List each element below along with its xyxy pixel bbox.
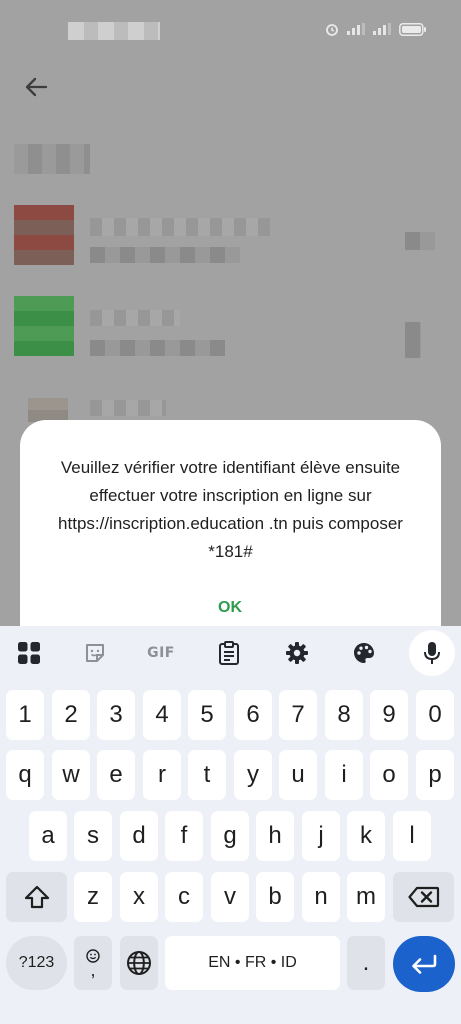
key-u[interactable]: u bbox=[279, 750, 317, 800]
key-y[interactable]: y bbox=[234, 750, 272, 800]
key-6[interactable]: 6 bbox=[234, 690, 272, 740]
back-button[interactable] bbox=[18, 72, 54, 102]
symbols-key[interactable]: ?123 bbox=[6, 936, 67, 990]
key-4[interactable]: 4 bbox=[143, 690, 181, 740]
key-k[interactable]: k bbox=[347, 811, 385, 861]
dialog-message: Veuillez vérifier votre identifiant élèv… bbox=[58, 458, 403, 561]
enter-arrow-icon bbox=[412, 954, 437, 974]
key-3[interactable]: 3 bbox=[97, 690, 135, 740]
key-0[interactable]: 0 bbox=[416, 690, 454, 740]
ok-button[interactable]: OK bbox=[200, 596, 260, 620]
redacted-text bbox=[90, 218, 270, 236]
redacted-avatar bbox=[14, 296, 74, 356]
apps-grid-button[interactable] bbox=[11, 636, 47, 670]
status-time-redacted bbox=[68, 22, 160, 40]
key-z[interactable]: z bbox=[74, 872, 112, 922]
signal-icon-2 bbox=[373, 23, 391, 35]
key-d[interactable]: d bbox=[120, 811, 158, 861]
key-o[interactable]: o bbox=[370, 750, 408, 800]
key-5[interactable]: 5 bbox=[188, 690, 226, 740]
key-i[interactable]: i bbox=[325, 750, 363, 800]
key-s[interactable]: s bbox=[74, 811, 112, 861]
sticker-icon bbox=[86, 644, 104, 662]
key-p[interactable]: p bbox=[416, 750, 454, 800]
key-l[interactable]: l bbox=[393, 811, 431, 861]
key-f[interactable]: f bbox=[165, 811, 203, 861]
redacted-text bbox=[90, 340, 225, 356]
battery-icon bbox=[399, 22, 426, 36]
alarm-icon bbox=[326, 24, 338, 36]
enter-key[interactable] bbox=[393, 936, 455, 992]
status-icons bbox=[325, 22, 427, 36]
key-a[interactable]: a bbox=[29, 811, 67, 861]
key-x[interactable]: x bbox=[120, 872, 158, 922]
redacted-text bbox=[90, 247, 240, 263]
key-t[interactable]: t bbox=[188, 750, 226, 800]
redacted-avatar bbox=[28, 398, 68, 422]
key-n[interactable]: n bbox=[302, 872, 340, 922]
redacted-meta bbox=[405, 322, 421, 358]
redacted-avatar bbox=[14, 205, 74, 265]
redacted-meta bbox=[405, 232, 435, 250]
key-q[interactable]: q bbox=[6, 750, 44, 800]
apps-grid-icon bbox=[18, 642, 40, 664]
key-r[interactable]: r bbox=[143, 750, 181, 800]
voice-input-button[interactable] bbox=[409, 630, 455, 676]
backspace-key[interactable] bbox=[393, 872, 454, 922]
redacted-text bbox=[90, 310, 180, 326]
space-key[interactable]: EN • FR • ID bbox=[165, 936, 340, 990]
soft-keyboard: GIF 1 2 3 4 5 6 7 8 9 0 q w e r t y u i … bbox=[0, 626, 461, 1024]
key-v[interactable]: v bbox=[211, 872, 249, 922]
theme-button[interactable] bbox=[346, 636, 382, 670]
shift-key[interactable] bbox=[6, 872, 67, 922]
language-key[interactable] bbox=[120, 936, 158, 990]
key-1[interactable]: 1 bbox=[6, 690, 44, 740]
key-8[interactable]: 8 bbox=[325, 690, 363, 740]
globe-icon bbox=[127, 951, 151, 975]
key-j[interactable]: j bbox=[302, 811, 340, 861]
back-arrow-icon bbox=[25, 77, 48, 97]
alert-dialog: Veuillez vérifier votre identifiant élèv… bbox=[20, 420, 441, 650]
key-c[interactable]: c bbox=[165, 872, 203, 922]
signal-icon-1 bbox=[347, 23, 365, 35]
microphone-icon bbox=[424, 642, 440, 664]
key-9[interactable]: 9 bbox=[370, 690, 408, 740]
key-w[interactable]: w bbox=[52, 750, 90, 800]
key-e[interactable]: e bbox=[97, 750, 135, 800]
key-g[interactable]: g bbox=[211, 811, 249, 861]
redacted-text bbox=[90, 400, 166, 416]
sticker-button[interactable] bbox=[77, 636, 113, 670]
gif-label: GIF bbox=[147, 645, 175, 661]
clipboard-button[interactable] bbox=[211, 636, 247, 670]
shift-arrow-icon bbox=[24, 885, 49, 909]
settings-button[interactable] bbox=[279, 636, 315, 670]
key-b[interactable]: b bbox=[256, 872, 294, 922]
key-h[interactable]: h bbox=[256, 811, 294, 861]
key-7[interactable]: 7 bbox=[279, 690, 317, 740]
comma-label: , bbox=[90, 960, 96, 980]
redacted-header bbox=[14, 144, 90, 174]
backspace-icon bbox=[407, 886, 439, 908]
gear-icon bbox=[286, 642, 308, 664]
clipboard-icon bbox=[219, 641, 239, 665]
key-2[interactable]: 2 bbox=[52, 690, 90, 740]
key-m[interactable]: m bbox=[347, 872, 385, 922]
keyboard-toolbar: GIF bbox=[0, 626, 461, 680]
palette-icon bbox=[354, 643, 374, 663]
period-key[interactable]: . bbox=[347, 936, 385, 990]
status-bar bbox=[0, 0, 461, 62]
emoji-comma-key[interactable]: , bbox=[74, 936, 112, 990]
gif-button[interactable]: GIF bbox=[143, 636, 179, 670]
